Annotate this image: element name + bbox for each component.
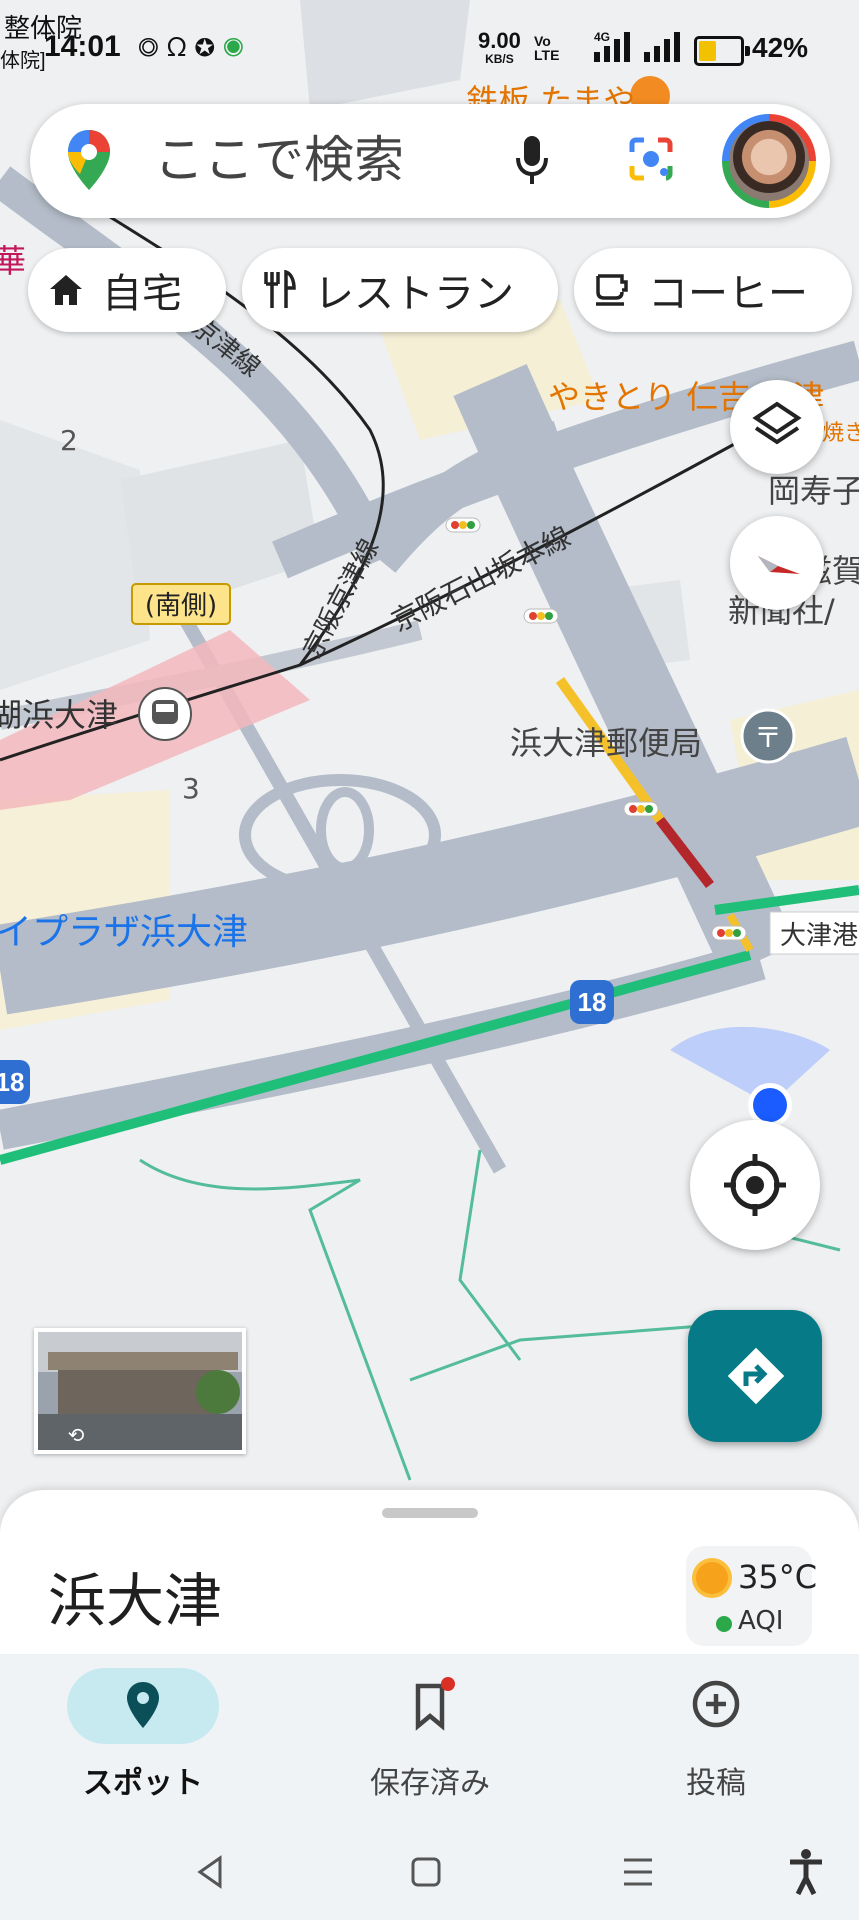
station-side-label: (南側) [145, 591, 217, 621]
layers-icon [752, 401, 802, 445]
post-office-glyph: 〒 [754, 721, 782, 754]
directions-button[interactable] [688, 1310, 822, 1442]
weather-temperature: 35°C [738, 1558, 818, 1596]
nav-saved[interactable]: 保存済み [320, 1654, 540, 1824]
network-speed: 9.00 KB/S [478, 28, 521, 67]
notification-icons: ◎ᘯ✪◉ [138, 32, 252, 64]
street-view-photo: ⟲ [38, 1332, 242, 1450]
back-icon[interactable] [192, 1854, 228, 1890]
map-label-port: 大津港 [780, 921, 858, 951]
map-label-restaurant-sub: 焼き [822, 421, 859, 446]
aqi-label: AQI [738, 1606, 784, 1636]
rotate-360-icon: ⟲ [68, 1423, 85, 1447]
chip-restaurant[interactable]: レストラン [242, 248, 558, 332]
nav-label: 保存済み [370, 1766, 490, 1801]
signal-icon [594, 32, 680, 62]
google-lens-icon[interactable] [626, 134, 676, 184]
place-title: 浜大津 [48, 1567, 223, 1635]
restaurant-icon [264, 270, 296, 308]
traffic-light [523, 608, 559, 624]
chrome-icon: ◎ [138, 32, 167, 62]
sun-icon [696, 1562, 728, 1594]
my-location-icon [724, 1154, 786, 1216]
add-circle-icon [692, 1680, 740, 1728]
battery-percent: 42% [752, 32, 809, 63]
battery-icon [694, 36, 750, 66]
home-button-icon[interactable] [408, 1854, 444, 1890]
route-shield-number: 18 [0, 1067, 24, 1097]
place-sheet[interactable]: 浜大津 35°C AQI [0, 1490, 859, 1660]
account-avatar[interactable] [722, 114, 816, 208]
volte-indicator: Vo LTE [534, 33, 560, 63]
star-icon: ✪ [194, 32, 224, 62]
map-label-block: 3 [182, 772, 200, 805]
street-view-thumbnail[interactable]: ⟲ [34, 1328, 246, 1454]
map-label-block: 2 [60, 424, 78, 457]
aqi-status-dot [716, 1616, 732, 1632]
google-maps-pin-icon [68, 130, 110, 190]
mic-icon[interactable] [514, 134, 550, 186]
status-bar: 整体院 体院] 14:01 ◎ᘯ✪◉ 9.00 KB/S Vo LTE 4G 42… [0, 0, 859, 96]
clock: 14:01 [44, 30, 121, 63]
rabbit-icon: ᘯ [166, 32, 195, 62]
sheet-drag-handle[interactable] [382, 1508, 478, 1518]
nav-contribute[interactable]: 投稿 [606, 1654, 826, 1824]
chip-label: レストラン [314, 271, 514, 317]
accessibility-icon[interactable] [786, 1848, 826, 1896]
chip-coffee[interactable]: コーヒー [574, 248, 852, 332]
bookmark-icon [415, 1677, 455, 1731]
map-label-station[interactable]: 湖浜大津 [0, 696, 118, 734]
nav-label: 投稿 [686, 1766, 746, 1801]
traffic-light [445, 517, 481, 533]
coffee-icon [596, 274, 628, 306]
directions-icon [727, 1347, 785, 1405]
layers-button[interactable] [730, 380, 824, 474]
map-label-shop: 岡寿子 [768, 472, 859, 510]
route-shield-number: 18 [578, 987, 607, 1017]
recents-icon[interactable] [620, 1854, 656, 1890]
map-label-post-office[interactable]: 浜大津郵便局 [510, 724, 702, 762]
bottom-navigation: スポット 保存済み 投稿 [0, 1654, 859, 1824]
weather-widget[interactable]: 35°C AQI [686, 1546, 817, 1646]
map-label-pink: 華 [0, 242, 26, 280]
traffic-light [711, 925, 747, 941]
app-icon: ◉ [223, 32, 252, 62]
nav-explore[interactable]: スポット [33, 1654, 253, 1824]
search-bar[interactable] [30, 104, 830, 218]
compass-icon [758, 556, 800, 574]
explore-pin-icon [127, 1682, 159, 1728]
current-location-dot [753, 1088, 787, 1122]
search-input[interactable] [152, 130, 536, 190]
chip-home[interactable]: 自宅 [28, 248, 226, 332]
my-location-button[interactable] [690, 1120, 820, 1250]
notification-text: 体院] [0, 50, 46, 72]
chip-label: 自宅 [102, 271, 182, 317]
chip-label: コーヒー [648, 271, 808, 317]
nav-label: スポット [83, 1766, 203, 1801]
system-navigation-bar [0, 1824, 859, 1920]
traffic-light [623, 801, 659, 817]
map-label-mall[interactable]: イプラザ浜大津 [0, 912, 248, 953]
home-icon [50, 275, 82, 305]
avatar-photo [729, 121, 809, 201]
compass-button[interactable] [730, 516, 824, 610]
